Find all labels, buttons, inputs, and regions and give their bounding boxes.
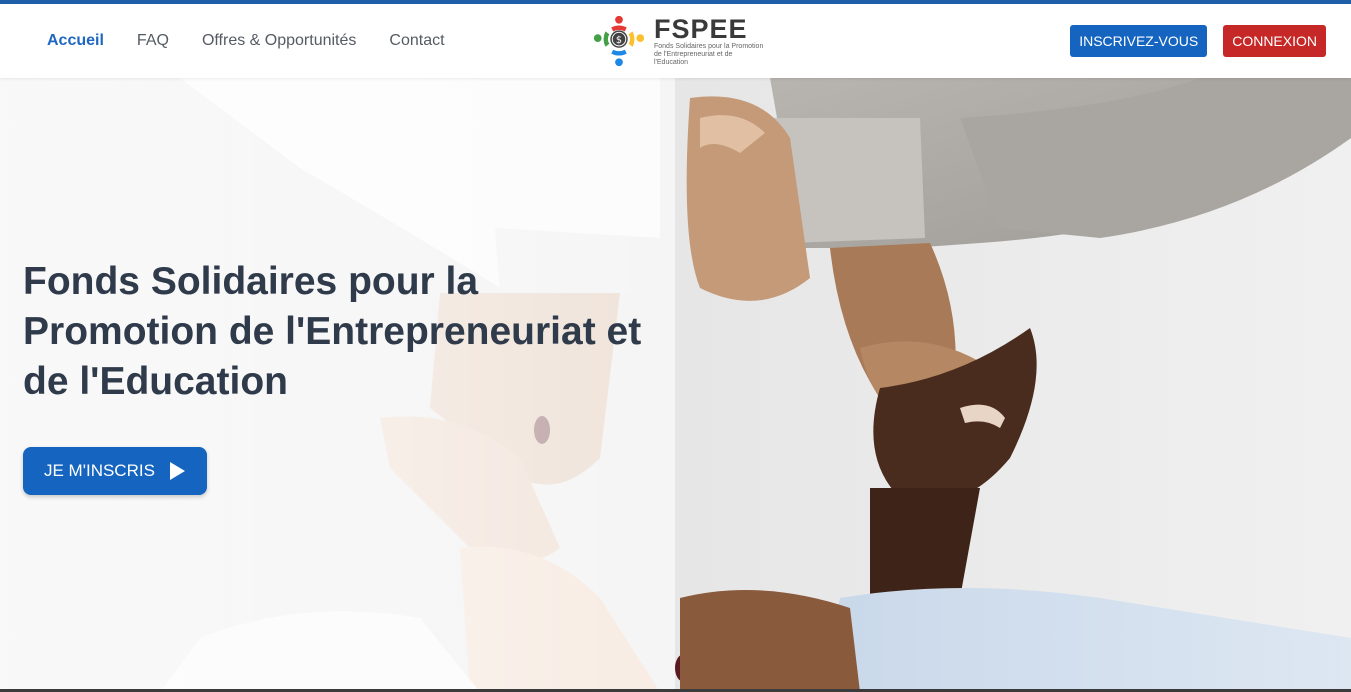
main-nav: Accueil FAQ Offres & Opportunités Contac… [47,4,478,78]
brand-text: FSPEE Fonds Solidaires pour la Promotion… [654,15,764,67]
register-cta-label: JE M'INSCRIS [44,461,155,480]
hero-section: Fonds Solidaires pour la Promotion de l'… [0,78,1351,692]
nav-link-faq[interactable]: FAQ [137,32,169,50]
nav-actions: INSCRIVEZ-VOUS CONNEXION [1070,25,1326,57]
navbar: Accueil FAQ Offres & Opportunités Contac… [0,4,1351,78]
nav-link-offres[interactable]: Offres & Opportunités [202,32,356,50]
login-button[interactable]: CONNEXION [1223,25,1326,57]
hero-title: Fonds Solidaires pour la Promotion de l'… [23,260,642,403]
nav-link-accueil[interactable]: Accueil [47,32,104,50]
svg-text:$: $ [616,35,622,46]
signup-button[interactable]: INSCRIVEZ-VOUS [1070,25,1208,57]
play-icon [169,462,185,480]
register-cta-button[interactable]: JE M'INSCRIS [23,447,207,495]
people-circle-coin-logo-icon: $ [593,15,645,67]
brand-logo-link[interactable]: $ FSPEE Fonds Solidaires pour la Promoti… [590,10,770,72]
nav-link-contact[interactable]: Contact [389,32,444,50]
brand-subtitle: Fonds Solidaires pour la Promotion de l'… [654,43,764,66]
brand-name: FSPEE [654,14,748,44]
